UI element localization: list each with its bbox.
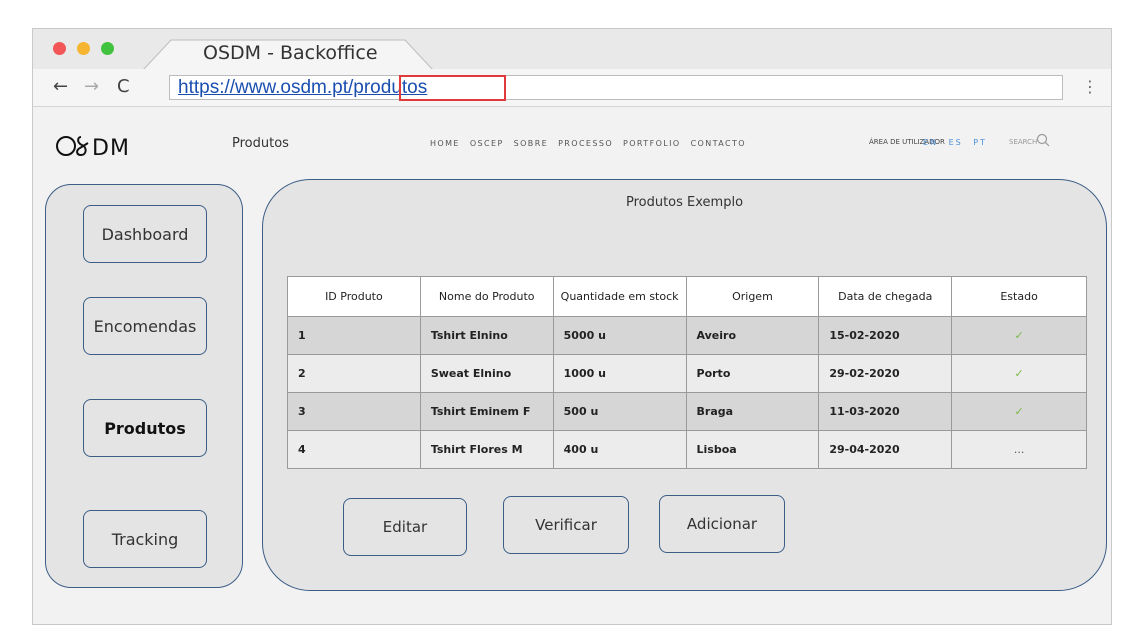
svg-text:DM: DM	[92, 136, 130, 159]
nav-link-contacto[interactable]: CONTACTO	[691, 139, 746, 148]
lang-es[interactable]: ES	[949, 138, 963, 147]
url-input[interactable]: https://www.osdm.pt/produtos	[169, 75, 1063, 101]
cell-quantity: 400 u	[552, 430, 687, 469]
sidebar: Dashboard Encomendas Produtos Tracking	[45, 184, 243, 588]
url-path-highlight	[399, 75, 506, 101]
sidebar-item-produtos[interactable]: Produtos	[83, 399, 207, 457]
column-header-arrival-date: Data de chegada	[818, 276, 953, 317]
browser-menu-icon[interactable]: ⋮	[1082, 77, 1098, 96]
cell-arrival-date: 29-02-2020	[818, 354, 953, 393]
minimize-window-button[interactable]	[77, 42, 90, 55]
status-pending-icon: ...	[951, 430, 1087, 469]
cell-quantity: 5000 u	[552, 316, 687, 355]
column-header-status: Estado	[951, 276, 1087, 317]
cell-arrival-date: 15-02-2020	[818, 316, 953, 355]
nav-link-oscep[interactable]: OSCEP	[470, 139, 504, 148]
cell-name: Tshirt Eminem F	[419, 392, 554, 431]
status-check-icon: ✓	[951, 354, 1087, 393]
url-text: https://www.osdm.pt/produtos	[178, 77, 428, 98]
current-page-label: Produtos	[232, 136, 289, 151]
verify-button[interactable]: Verificar	[503, 496, 629, 554]
nav-link-sobre[interactable]: SOBRE	[514, 139, 548, 148]
sidebar-item-dashboard[interactable]: Dashboard	[83, 205, 207, 263]
search-input[interactable]: SEARCH	[1009, 138, 1037, 146]
column-header-id: ID Produto	[287, 276, 421, 317]
cell-name: Sweat Elnino	[419, 354, 554, 393]
close-window-button[interactable]	[53, 42, 66, 55]
reload-icon[interactable]: C	[117, 76, 130, 97]
nav-link-home[interactable]: HOME	[430, 139, 460, 148]
table-row[interactable]: 2 Sweat Elnino 1000 u Porto 29-02-2020 ✓	[287, 354, 1087, 393]
table-header-row: ID Produto Nome do Produto Quantidade em…	[287, 276, 1087, 317]
column-header-quantity: Quantidade em stock	[552, 276, 687, 317]
sidebar-item-tracking[interactable]: Tracking	[83, 510, 207, 568]
back-arrow-icon[interactable]: ←	[53, 76, 68, 97]
nav-link-processo[interactable]: PROCESSO	[558, 139, 613, 148]
cell-quantity: 1000 u	[552, 354, 687, 393]
status-check-icon: ✓	[951, 392, 1087, 431]
cell-id: 2	[287, 354, 421, 393]
lang-pt[interactable]: PT	[973, 138, 987, 147]
cell-id: 3	[287, 392, 421, 431]
tab-title: OSDM - Backoffice	[203, 42, 378, 64]
site-nav: HOME OSCEP SOBRE PROCESSO PORTFOLIO CONT…	[430, 139, 752, 148]
table-row[interactable]: 1 Tshirt Elnino 5000 u Aveiro 15-02-2020…	[287, 316, 1087, 355]
table-row[interactable]: 4 Tshirt Flores M 400 u Lisboa 29-04-202…	[287, 430, 1087, 469]
language-switcher: EN ES PT	[923, 138, 993, 147]
cell-id: 1	[287, 316, 421, 355]
panel-title: Produtos Exemplo	[625, 195, 744, 210]
cell-arrival-date: 11-03-2020	[818, 392, 953, 431]
address-bar: ← → C https://www.osdm.pt/produtos ⋮	[33, 69, 1111, 107]
cell-origin: Lisboa	[685, 430, 820, 469]
column-header-name: Nome do Produto	[419, 276, 554, 317]
title-bar: OSDM - Backoffice	[33, 29, 1111, 71]
cell-origin: Braga	[685, 392, 820, 431]
products-table: ID Produto Nome do Produto Quantidade em…	[287, 276, 1087, 469]
add-button[interactable]: Adicionar	[659, 495, 785, 553]
search-icon[interactable]	[1036, 133, 1050, 147]
maximize-window-button[interactable]	[101, 42, 114, 55]
cell-origin: Aveiro	[685, 316, 820, 355]
forward-arrow-icon[interactable]: →	[84, 76, 99, 97]
cell-id: 4	[287, 430, 421, 469]
cell-quantity: 500 u	[552, 392, 687, 431]
sidebar-item-encomendas[interactable]: Encomendas	[83, 297, 207, 355]
cell-name: Tshirt Elnino	[419, 316, 554, 355]
status-check-icon: ✓	[951, 316, 1087, 355]
main-panel: Produtos Exemplo ID Produto Nome do Prod…	[262, 179, 1107, 591]
site-header: DM Produtos HOME OSCEP SOBRE PROCESSO PO…	[33, 107, 1111, 161]
cell-name: Tshirt Flores M	[419, 430, 554, 469]
nav-link-portfolio[interactable]: PORTFOLIO	[623, 139, 681, 148]
column-header-origin: Origem	[685, 276, 820, 317]
osdm-logo[interactable]: DM	[55, 133, 143, 165]
table-row[interactable]: 3 Tshirt Eminem F 500 u Braga 11-03-2020…	[287, 392, 1087, 431]
browser-window: OSDM - Backoffice ← → C https://www.osdm…	[32, 28, 1112, 625]
cell-arrival-date: 29-04-2020	[818, 430, 953, 469]
cell-origin: Porto	[685, 354, 820, 393]
lang-en[interactable]: EN	[923, 138, 938, 147]
browser-tab[interactable]: OSDM - Backoffice	[143, 39, 433, 71]
osdm-logo-mark: DM	[56, 136, 130, 161]
edit-button[interactable]: Editar	[343, 498, 467, 556]
